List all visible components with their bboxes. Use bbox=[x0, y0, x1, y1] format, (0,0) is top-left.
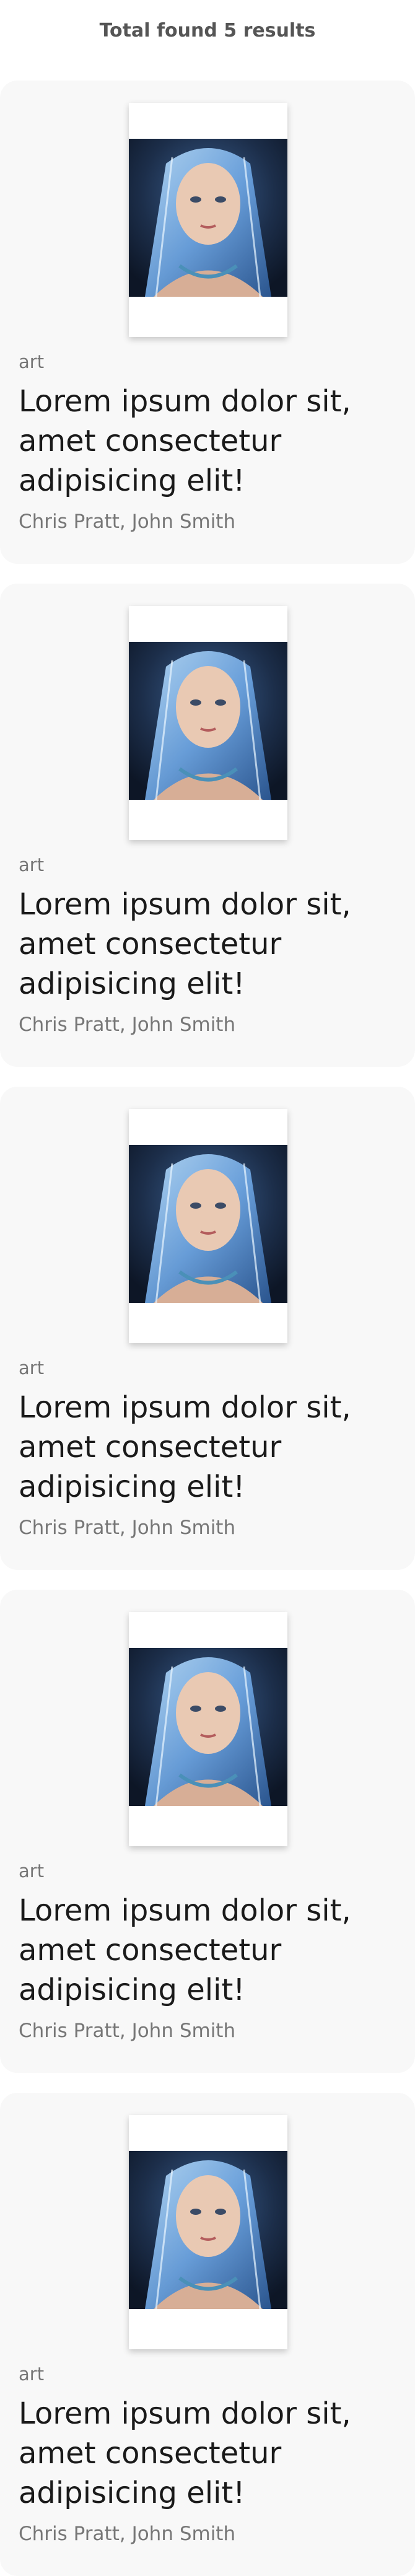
book-title[interactable]: Lorem ipsum dolor sit, amet consectetur … bbox=[19, 1388, 396, 1507]
book-category: art bbox=[19, 2364, 45, 2385]
book-title[interactable]: Lorem ipsum dolor sit, amet consectetur … bbox=[19, 2394, 396, 2513]
book-title[interactable]: Lorem ipsum dolor sit, amet consectetur … bbox=[19, 382, 396, 501]
book-category: art bbox=[19, 1357, 45, 1378]
cover-portrait-image bbox=[129, 139, 287, 297]
cover-portrait-image bbox=[129, 2151, 287, 2309]
book-authors: Chris Pratt, John Smith bbox=[19, 510, 236, 533]
book-category: art bbox=[19, 351, 45, 372]
book-category: art bbox=[19, 854, 45, 875]
book-title[interactable]: Lorem ipsum dolor sit, amet consectetur … bbox=[19, 885, 396, 1004]
book-authors: Chris Pratt, John Smith bbox=[19, 1517, 236, 1539]
book-authors: Chris Pratt, John Smith bbox=[19, 1014, 236, 1036]
book-title[interactable]: Lorem ipsum dolor sit, amet consectetur … bbox=[19, 1891, 396, 2010]
book-cover[interactable] bbox=[129, 1612, 287, 1846]
book-card[interactable]: art Lorem ipsum dolor sit, amet consecte… bbox=[0, 584, 415, 1067]
book-card[interactable]: art Lorem ipsum dolor sit, amet consecte… bbox=[0, 1590, 415, 2073]
book-authors: Chris Pratt, John Smith bbox=[19, 2523, 236, 2545]
book-card[interactable]: art Lorem ipsum dolor sit, amet consecte… bbox=[0, 81, 415, 564]
cover-portrait-image bbox=[129, 642, 287, 800]
book-category: art bbox=[19, 1860, 45, 1882]
results-count: Total found 5 results bbox=[99, 20, 316, 42]
cover-portrait-image bbox=[129, 1145, 287, 1303]
book-card[interactable]: art Lorem ipsum dolor sit, amet consecte… bbox=[0, 1087, 415, 1570]
cover-portrait-image bbox=[129, 1648, 287, 1806]
book-cover[interactable] bbox=[129, 606, 287, 840]
book-card[interactable]: art Lorem ipsum dolor sit, amet consecte… bbox=[0, 2093, 415, 2576]
book-cover[interactable] bbox=[129, 2115, 287, 2349]
book-authors: Chris Pratt, John Smith bbox=[19, 2020, 236, 2042]
book-cover[interactable] bbox=[129, 103, 287, 337]
book-cover[interactable] bbox=[129, 1109, 287, 1343]
